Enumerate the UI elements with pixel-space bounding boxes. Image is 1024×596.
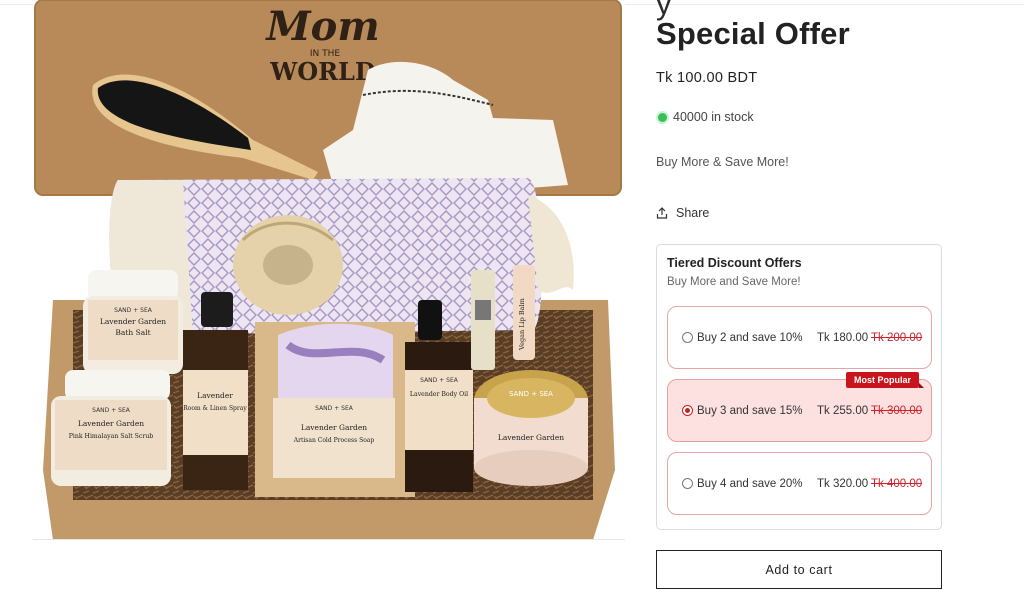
svg-text:SAND + SEA: SAND + SEA [420, 377, 459, 384]
tiers-title: Tiered Discount Offers [667, 256, 802, 270]
svg-text:WORLD: WORLD [269, 57, 376, 86]
candle-tin: SAND + SEA Lavender Garden [474, 370, 588, 486]
share-icon [656, 207, 668, 219]
tier-price: Tk 180.00 [817, 331, 869, 344]
tier-original-price: Tk 200.00 [871, 331, 923, 344]
lid-logo: Mom IN THE WORLD [264, 3, 379, 86]
svg-text:Lavender Garden: Lavender Garden [498, 433, 564, 442]
tiers-subtitle: Buy More and Save More! [667, 276, 801, 288]
svg-text:SAND + SEA: SAND + SEA [114, 307, 153, 314]
share-label: Share [676, 206, 710, 220]
svg-text:Lavender Garden: Lavender Garden [100, 317, 166, 326]
svg-text:Vegan Lip Balm: Vegan Lip Balm [518, 298, 526, 351]
tier-option-buy-3[interactable]: Most Popular Buy 3 and save 15% Tk 255.0… [667, 372, 932, 442]
bath-salt-jar: SAND + SEA Lavender Garden Bath Salt [83, 270, 183, 374]
satin-scrunchie [233, 215, 343, 315]
stock-text: 40000 in stock [673, 110, 754, 124]
tier-label: Buy 2 and save 10% [697, 331, 803, 344]
svg-text:SAND + SEA: SAND + SEA [315, 405, 354, 412]
share-button[interactable]: Share [656, 206, 709, 220]
svg-text:Lavender Body Oil: Lavender Body Oil [410, 391, 468, 398]
tier-option-buy-2[interactable]: Buy 2 and save 10% Tk 180.00 Tk 200.00 [667, 306, 932, 369]
lavender-soap: SAND + SEA Lavender Garden Artisan Cold … [255, 322, 415, 497]
salt-scrub-jar: SAND + SEA Lavender Garden Pink Himalaya… [51, 370, 171, 486]
svg-text:Lavender Garden: Lavender Garden [78, 419, 144, 428]
tier-label: Buy 3 and save 15% [697, 404, 803, 417]
tiered-discount-card: Tiered Discount Offers Buy More and Save… [656, 244, 942, 530]
svg-text:Lavender: Lavender [197, 391, 233, 400]
tier-option-buy-4[interactable]: Buy 4 and save 20% Tk 320.00 Tk 400.00 [667, 452, 932, 515]
svg-text:Lavender Garden: Lavender Garden [301, 423, 367, 432]
radio-icon[interactable] [682, 332, 693, 343]
add-to-cart-button[interactable]: Add to cart [656, 550, 942, 589]
radio-icon[interactable] [682, 478, 693, 489]
stock-status: 40000 in stock [658, 110, 754, 124]
tier-original-price: Tk 300.00 [871, 404, 923, 417]
product-image[interactable]: Mom IN THE WORLD SAND + SEA Lavender Gar… [33, 0, 625, 540]
tier-price: Tk 255.00 [817, 404, 869, 417]
svg-text:SAND + SEA: SAND + SEA [92, 407, 131, 414]
svg-text:SAND + SEA: SAND + SEA [509, 390, 553, 398]
tier-price: Tk 320.00 [817, 477, 869, 490]
svg-text:Mom: Mom [264, 3, 379, 50]
tier-original-price: Tk 400.00 [871, 477, 923, 490]
product-title: Special Offer [656, 16, 850, 51]
product-price: Tk 100.00 BDT [656, 70, 758, 86]
svg-text:Pink Himalayan Salt Scrub: Pink Himalayan Salt Scrub [69, 433, 154, 440]
promo-text: Buy More & Save More! [656, 155, 789, 169]
svg-text:Room & Linen Spray: Room & Linen Spray [183, 405, 247, 412]
svg-text:Artisan Cold Process Soap: Artisan Cold Process Soap [293, 437, 375, 444]
tier-label: Buy 4 and save 20% [697, 477, 803, 490]
most-popular-badge: Most Popular [845, 372, 925, 388]
gift-box-illustration: Mom IN THE WORLD SAND + SEA Lavender Gar… [34, 0, 622, 539]
radio-icon[interactable] [682, 405, 693, 416]
svg-text:Bath Salt: Bath Salt [115, 328, 150, 337]
stock-indicator-icon [658, 112, 667, 122]
